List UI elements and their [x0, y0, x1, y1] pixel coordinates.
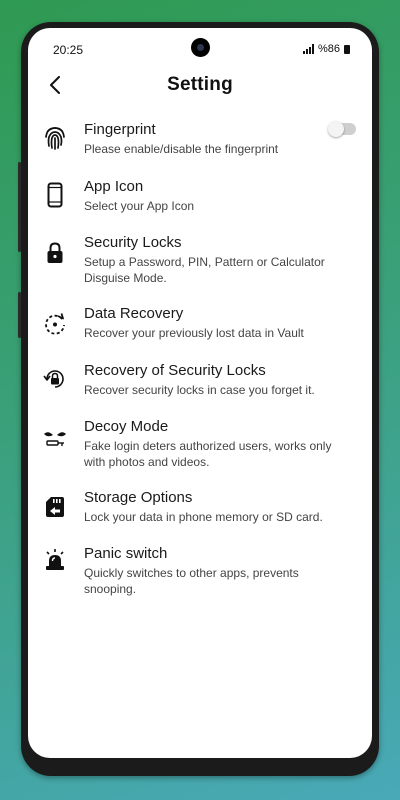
status-right: %86 [302, 43, 350, 55]
setting-app-icon[interactable]: App Icon Select your App Icon [28, 178, 372, 218]
restore-icon [42, 311, 68, 337]
lock-restore-icon [42, 366, 68, 392]
battery-icon [344, 44, 350, 54]
side-button [18, 162, 21, 252]
decoy-icon [42, 426, 68, 452]
page-title: Setting [167, 74, 233, 95]
setting-label: Fingerprint [84, 121, 156, 138]
app-bar: Setting [28, 66, 372, 106]
setting-data-recovery[interactable]: Data Recovery Recover your previously lo… [28, 305, 372, 345]
setting-decoy-mode[interactable]: Decoy Mode Fake login deters authorized … [28, 418, 372, 472]
setting-label: App Icon [84, 178, 144, 195]
setting-description: Select your App Icon [84, 199, 195, 213]
setting-fingerprint[interactable]: Fingerprint Please enable/disable the fi… [28, 121, 372, 161]
front-camera [191, 38, 210, 57]
setting-panic-switch[interactable]: Panic switch Quickly switches to other a… [28, 545, 372, 599]
setting-security-locks[interactable]: Security Locks Setup a Password, PIN, Pa… [28, 234, 372, 288]
status-time: 20:25 [53, 43, 84, 57]
toggle-knob [328, 121, 344, 137]
siren-icon [42, 547, 68, 573]
setting-label: Storage Options [84, 489, 193, 506]
status-bar: 20:25 %86 [28, 28, 372, 66]
setting-description: Lock your data in phone memory or SD car… [84, 510, 323, 524]
setting-description: Recover security locks in case you forge… [84, 383, 315, 397]
battery-percent: %86 [317, 43, 340, 55]
back-button[interactable] [42, 70, 68, 100]
setting-description: Recover your previously lost data in Vau… [84, 326, 304, 340]
setting-description: Quickly switches to other apps, prevents… [84, 566, 299, 596]
chevron-left-icon [50, 76, 60, 94]
fingerprint-toggle[interactable] [328, 121, 356, 137]
side-button [18, 292, 21, 338]
setting-label: Decoy Mode [84, 418, 169, 435]
signal-icon [302, 44, 314, 54]
setting-recovery-security-locks[interactable]: Recovery of Security Locks Recover secur… [28, 362, 372, 402]
setting-description: Fake login deters authorized users, work… [84, 439, 332, 469]
setting-label: Panic switch [84, 545, 168, 562]
setting-description: Setup a Password, PIN, Pattern or Calcul… [84, 255, 325, 285]
setting-storage-options[interactable]: Storage Options Lock your data in phone … [28, 489, 372, 529]
lock-icon [42, 240, 68, 266]
setting-label: Security Locks [84, 234, 182, 251]
phone-icon [42, 182, 68, 208]
setting-label: Data Recovery [84, 305, 184, 322]
app-screen: 20:25 %86 Setting Fingerprint Please ena… [28, 28, 372, 758]
setting-label: Recovery of Security Locks [84, 362, 266, 379]
fingerprint-icon [42, 125, 68, 151]
setting-description: Please enable/disable the fingerprint [84, 142, 279, 156]
sd-card-icon [42, 494, 68, 520]
